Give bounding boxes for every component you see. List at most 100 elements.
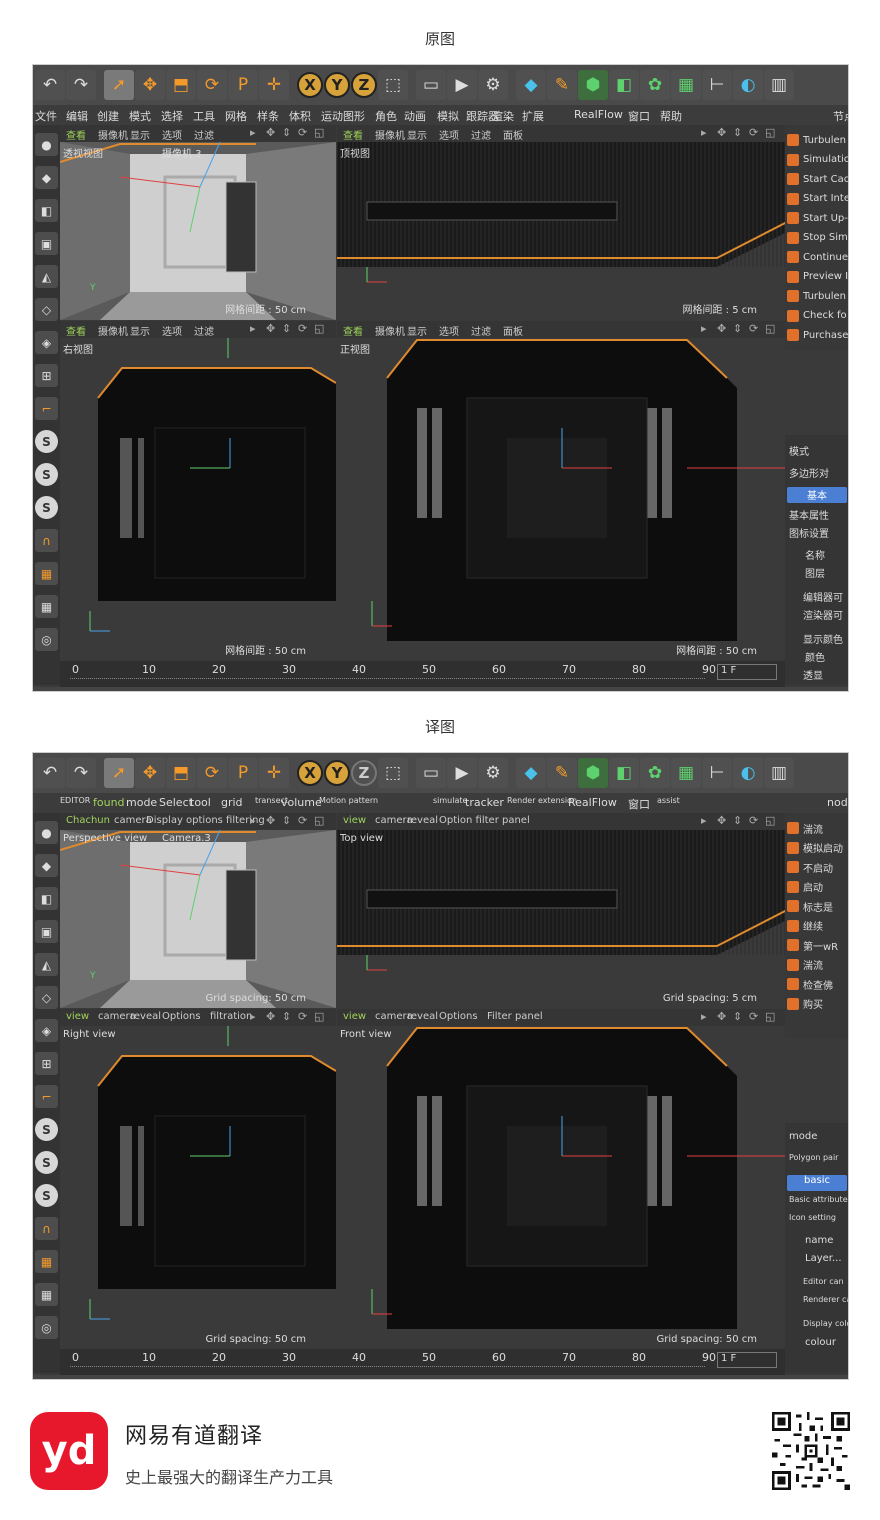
timeline-track[interactable] (70, 1366, 705, 1368)
plugin-menu-item[interactable]: Continue (787, 248, 848, 266)
frame-field[interactable]: 1 F (717, 664, 777, 680)
orbit-icon[interactable]: ⟳ (298, 1010, 307, 1023)
texture-icon[interactable]: ◈ (35, 331, 58, 354)
undo-icon[interactable]: ↶ (35, 758, 65, 788)
viewport-menu-item[interactable]: reveal (407, 815, 438, 826)
plugin-menu-item[interactable]: Simulatic (787, 151, 848, 169)
pan-icon[interactable]: ✥ (717, 322, 726, 335)
viewport-menu-item[interactable]: 查看 (343, 323, 363, 338)
object-icon[interactable]: ◇ (35, 298, 58, 321)
maximize-icon[interactable]: ◱ (765, 814, 775, 827)
timeline-track[interactable] (70, 678, 705, 680)
array-icon[interactable]: ◧ (609, 70, 639, 100)
more-icon[interactable]: ▸ (250, 814, 256, 827)
orbit-icon[interactable]: ⟳ (298, 322, 307, 335)
zoom-icon[interactable]: ⇕ (733, 1010, 742, 1023)
magnet-icon[interactable]: ∩ (35, 529, 58, 552)
move-icon[interactable]: ✥ (135, 70, 165, 100)
psr-icon[interactable]: P (228, 70, 258, 100)
viewport-menu-item[interactable]: 摄像机 (375, 323, 405, 338)
menu-item[interactable]: Render extension (507, 796, 577, 805)
menu-item[interactable]: RealFlow (574, 108, 623, 121)
y-axis-icon[interactable]: Y (324, 760, 350, 786)
more-icon[interactable]: ▸ (701, 322, 707, 335)
polygons-icon[interactable]: ▣ (35, 232, 58, 255)
viewport-front[interactable]: 查看 摄像机 显示 选项 过滤 面板 ▸ ✥ ⇕ ⟳ ◱ 正视图 网格间距 : 50 cm (337, 321, 787, 661)
plugin-menu-item[interactable]: Stop Sim (787, 229, 848, 247)
maximize-icon[interactable]: ◱ (314, 126, 324, 139)
plugin-menu-item[interactable]: 不启动 (787, 858, 848, 876)
deformer-icon[interactable]: ⊢ (702, 70, 732, 100)
pan-icon[interactable]: ✥ (266, 322, 275, 335)
plugin-menu-item[interactable]: 购买 (787, 995, 848, 1013)
maximize-icon[interactable]: ◱ (765, 126, 775, 139)
menu-item[interactable]: 运动图形 (321, 108, 365, 124)
menu-item[interactable]: Select (159, 796, 193, 809)
pan-icon[interactable]: ✥ (717, 1010, 726, 1023)
pen-icon[interactable]: ✎ (547, 758, 577, 788)
attr-renderer-visible[interactable]: Renderer can (803, 1295, 848, 1304)
menu-item[interactable]: 模拟 (437, 108, 459, 124)
viewport-menu-item[interactable]: 过滤 (471, 323, 491, 338)
viewport-menu-item[interactable]: 面板 (503, 127, 523, 142)
menu-item[interactable]: tracker (465, 796, 504, 809)
plugin-menu-item[interactable]: 模拟启动 (787, 839, 848, 857)
menu-item[interactable]: 选择 (161, 108, 183, 124)
viewport-canvas[interactable]: Front view Grid spacing: 50 cm (337, 1026, 787, 1349)
orbit-icon[interactable]: ⟳ (749, 814, 758, 827)
viewport-menu-item[interactable]: view (66, 1011, 89, 1022)
plugin-menu-item[interactable]: 第一wR (787, 936, 848, 954)
menu-item[interactable]: found (93, 796, 125, 809)
plugin-menu-item[interactable]: Check fo (787, 307, 848, 325)
render-settings-icon[interactable]: ⚙ (478, 758, 508, 788)
viewport-menu-item[interactable]: 摄像机 (375, 127, 405, 142)
render-view-icon[interactable]: ▶ (447, 758, 477, 788)
array-icon[interactable]: ◧ (609, 758, 639, 788)
attr-layer-field[interactable]: 图层 (805, 565, 825, 580)
menu-item[interactable]: 窗口 (628, 108, 650, 124)
viewport-menu-item[interactable]: filtration (210, 1011, 252, 1022)
attr-renderer-visible[interactable]: 渲染器可 (803, 607, 843, 622)
viewport-menu-item[interactable]: 摄像机 (98, 323, 128, 338)
viewport-menu-item[interactable]: Filter panel (487, 1011, 543, 1022)
add-icon[interactable]: ✛ (259, 758, 289, 788)
attr-display-color[interactable]: Display color (803, 1319, 848, 1328)
attr-mode-menu[interactable]: 模式 (789, 443, 809, 458)
viewport-menu-item[interactable]: 查看 (66, 127, 86, 142)
snap2-icon[interactable]: S (35, 1151, 58, 1174)
plugin-menu-item[interactable]: Purchase (787, 326, 848, 344)
model-icon[interactable]: ● (35, 821, 58, 844)
pan-icon[interactable]: ✥ (717, 814, 726, 827)
sculpt-icon[interactable]: ◎ (35, 1316, 58, 1339)
x-axis-icon[interactable]: X (297, 72, 323, 98)
attr-color[interactable]: 颜色 (805, 649, 825, 664)
render-region-icon[interactable]: ▭ (416, 70, 446, 100)
plugin-menu-item[interactable]: 继续 (787, 917, 848, 935)
pan-icon[interactable]: ✥ (717, 126, 726, 139)
zoom-icon[interactable]: ⇕ (282, 126, 291, 139)
cube-icon[interactable]: ◆ (516, 70, 546, 100)
zoom-icon[interactable]: ⇕ (733, 126, 742, 139)
pen-icon[interactable]: ✎ (547, 70, 577, 100)
field-icon[interactable]: ◐ (733, 70, 763, 100)
attr-basic-tab[interactable]: 基本 (787, 487, 847, 503)
texture-icon[interactable]: ◈ (35, 1019, 58, 1042)
maximize-icon[interactable]: ◱ (314, 814, 324, 827)
z-axis-icon[interactable]: Z (351, 72, 377, 98)
maximize-icon[interactable]: ◱ (765, 322, 775, 335)
render-settings-icon[interactable]: ⚙ (478, 70, 508, 100)
more-icon[interactable]: ▸ (250, 126, 256, 139)
viewport-menu-item[interactable]: 选项 (162, 127, 182, 142)
viewport-canvas[interactable]: 顶视图 网格间距 : 5 cm (337, 142, 787, 320)
plugin-menu-item[interactable]: Start Up- (787, 209, 848, 227)
edges-icon[interactable]: ◧ (35, 887, 58, 910)
viewport-menu-item[interactable]: 过滤 (471, 127, 491, 142)
viewport-menu-item[interactable]: Options (439, 1011, 478, 1022)
x-axis-icon[interactable]: X (297, 760, 323, 786)
menu-item[interactable]: simulate (433, 796, 467, 805)
frame-field[interactable]: 1 F (717, 1352, 777, 1368)
plugin-menu-item[interactable]: 湍流 (787, 956, 848, 974)
menu-item[interactable]: grid (221, 796, 243, 809)
plugin-menu-item[interactable]: 检查佛 (787, 975, 848, 993)
attr-name-field[interactable]: name (805, 1235, 833, 1246)
